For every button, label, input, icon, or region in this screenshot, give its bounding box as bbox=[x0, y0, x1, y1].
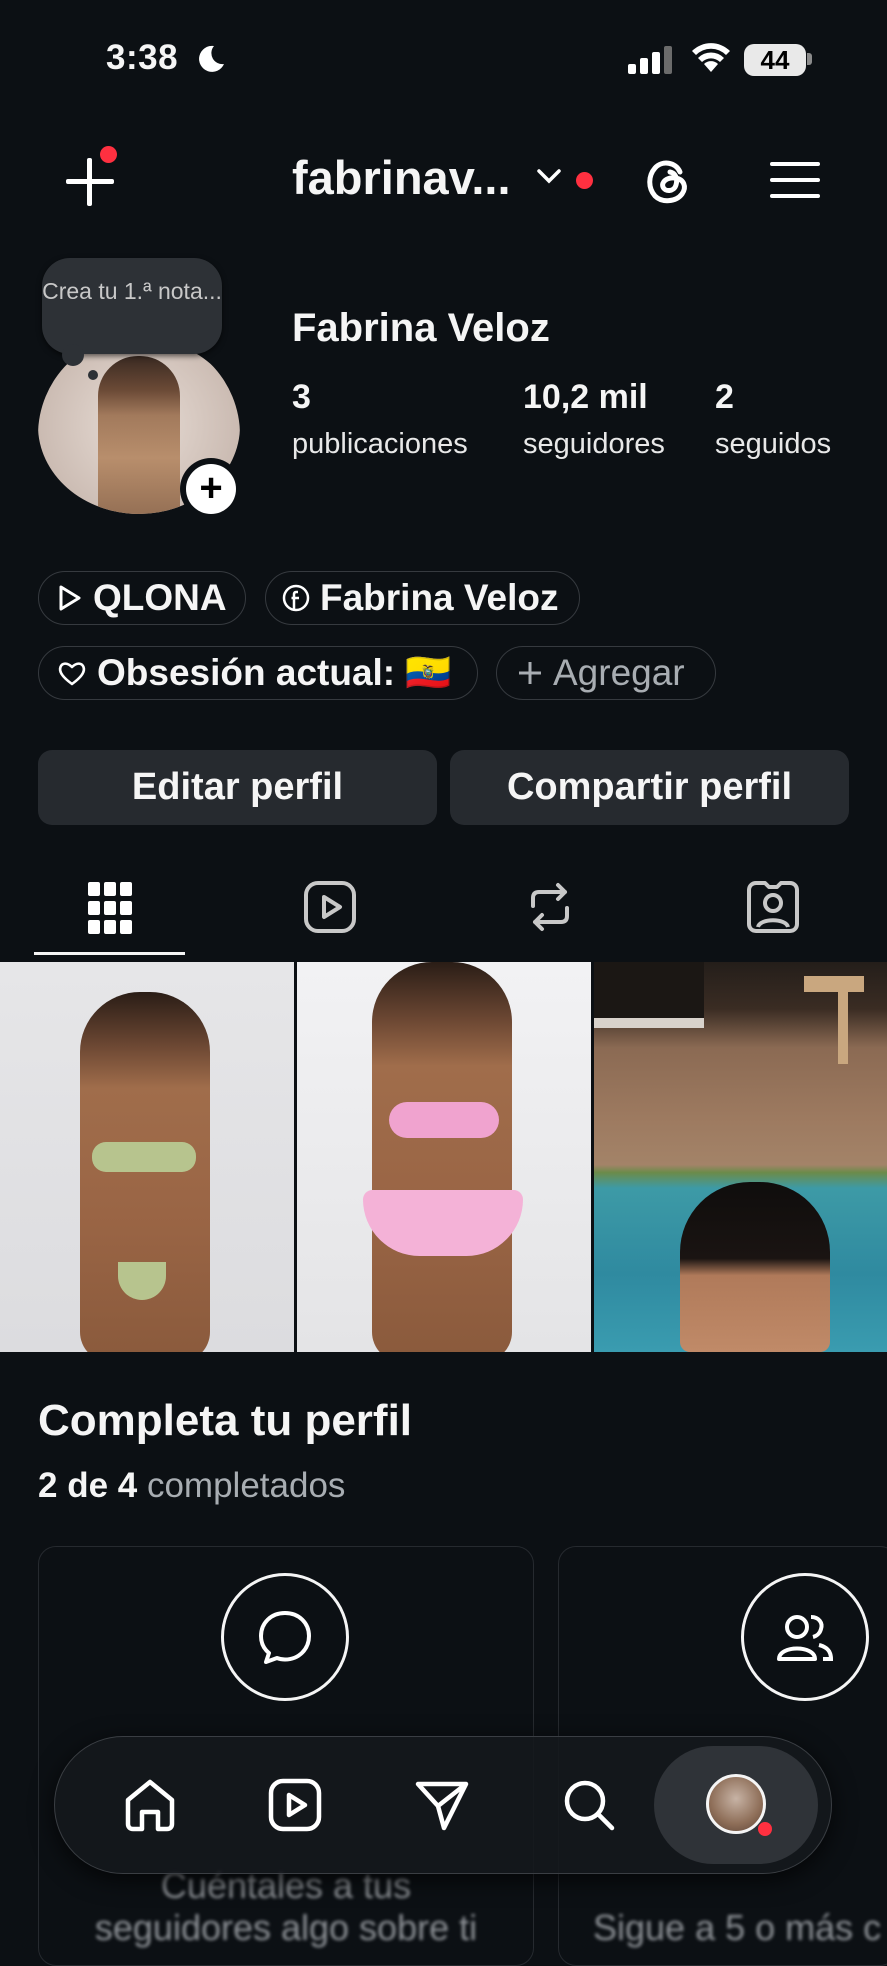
status-time: 3:38 bbox=[106, 38, 179, 77]
moon-icon bbox=[199, 45, 224, 72]
profile-nav-dot bbox=[758, 1822, 772, 1836]
bio-card-text-2: seguidores algo sobre ti bbox=[94, 1907, 478, 1948]
chevron-down-icon[interactable] bbox=[536, 168, 562, 186]
facebook-link-pill[interactable]: Fabrina Veloz bbox=[265, 571, 580, 625]
reels-tab-icon[interactable] bbox=[303, 880, 357, 934]
add-link-pill[interactable]: Agregar bbox=[496, 646, 716, 700]
account-notification-dot bbox=[576, 172, 593, 189]
username-switcher[interactable]: fabrinav... bbox=[292, 150, 511, 205]
post-thumbnail-3[interactable] bbox=[594, 962, 887, 1352]
plus-icon bbox=[519, 662, 541, 684]
send-icon[interactable] bbox=[414, 1778, 470, 1832]
notification-dot bbox=[100, 146, 117, 163]
battery-nub bbox=[807, 53, 812, 65]
add-story-button[interactable]: + bbox=[180, 458, 242, 520]
home-icon[interactable] bbox=[122, 1778, 178, 1832]
play-outline-icon bbox=[59, 585, 81, 611]
following-count[interactable]: 2 bbox=[715, 378, 734, 417]
tagged-tab-icon[interactable] bbox=[746, 880, 800, 934]
wifi-icon bbox=[692, 43, 730, 72]
chat-bubble-icon bbox=[221, 1573, 349, 1701]
grid-icon[interactable] bbox=[88, 882, 132, 934]
posts-count: 3 bbox=[292, 378, 311, 416]
progress-suffix: completados bbox=[146, 1466, 346, 1505]
note-bubble-tail bbox=[62, 344, 84, 366]
following-label[interactable]: seguidos bbox=[715, 428, 831, 461]
facebook-icon bbox=[282, 584, 310, 612]
progress-count: 2 de 4 bbox=[38, 1466, 138, 1505]
signal-icon bbox=[628, 46, 672, 74]
reels-icon[interactable] bbox=[268, 1778, 322, 1832]
share-profile-button[interactable]: Compartir perfil bbox=[450, 750, 849, 825]
threads-icon[interactable] bbox=[640, 152, 696, 208]
obsession-pill[interactable]: Obsesión actual: 🇪🇨 bbox=[38, 646, 478, 700]
active-tab-indicator bbox=[34, 952, 185, 955]
note-bubble-tail-small bbox=[88, 370, 98, 380]
obsession-label: Obsesión actual: 🇪🇨 bbox=[97, 651, 452, 693]
complete-profile-title: Completa tu perfil bbox=[38, 1396, 413, 1445]
people-icon bbox=[741, 1573, 869, 1701]
complete-profile-progress: 2 de 4 completados bbox=[38, 1466, 345, 1506]
facebook-label: Fabrina Veloz bbox=[320, 577, 559, 618]
post-thumbnail-2[interactable] bbox=[297, 962, 591, 1352]
profile-nav-avatar[interactable] bbox=[706, 1774, 766, 1834]
add-label: Agregar bbox=[553, 652, 685, 693]
profile-full-name: Fabrina Veloz bbox=[292, 306, 550, 350]
qlona-link-pill[interactable]: QLONA bbox=[38, 571, 246, 625]
follow-card-text: Sigue a 5 o más c bbox=[593, 1907, 882, 1948]
battery-indicator: 44 bbox=[744, 44, 806, 76]
qlona-label: QLONA bbox=[93, 577, 227, 618]
note-bubble[interactable]: Crea tu 1.ª nota... bbox=[42, 258, 222, 354]
heart-outline-icon bbox=[58, 662, 86, 686]
followers-label[interactable]: seguidores bbox=[523, 428, 665, 461]
posts-label: publicaciones bbox=[292, 428, 468, 460]
menu-icon[interactable] bbox=[770, 160, 820, 200]
post-thumbnail-1[interactable] bbox=[0, 962, 294, 1352]
reposts-tab-icon[interactable] bbox=[525, 880, 575, 934]
edit-profile-button[interactable]: Editar perfil bbox=[38, 750, 437, 825]
create-plus-icon[interactable] bbox=[64, 156, 116, 208]
followers-count[interactable]: 10,2 mil bbox=[523, 378, 648, 417]
search-icon[interactable] bbox=[562, 1778, 616, 1832]
